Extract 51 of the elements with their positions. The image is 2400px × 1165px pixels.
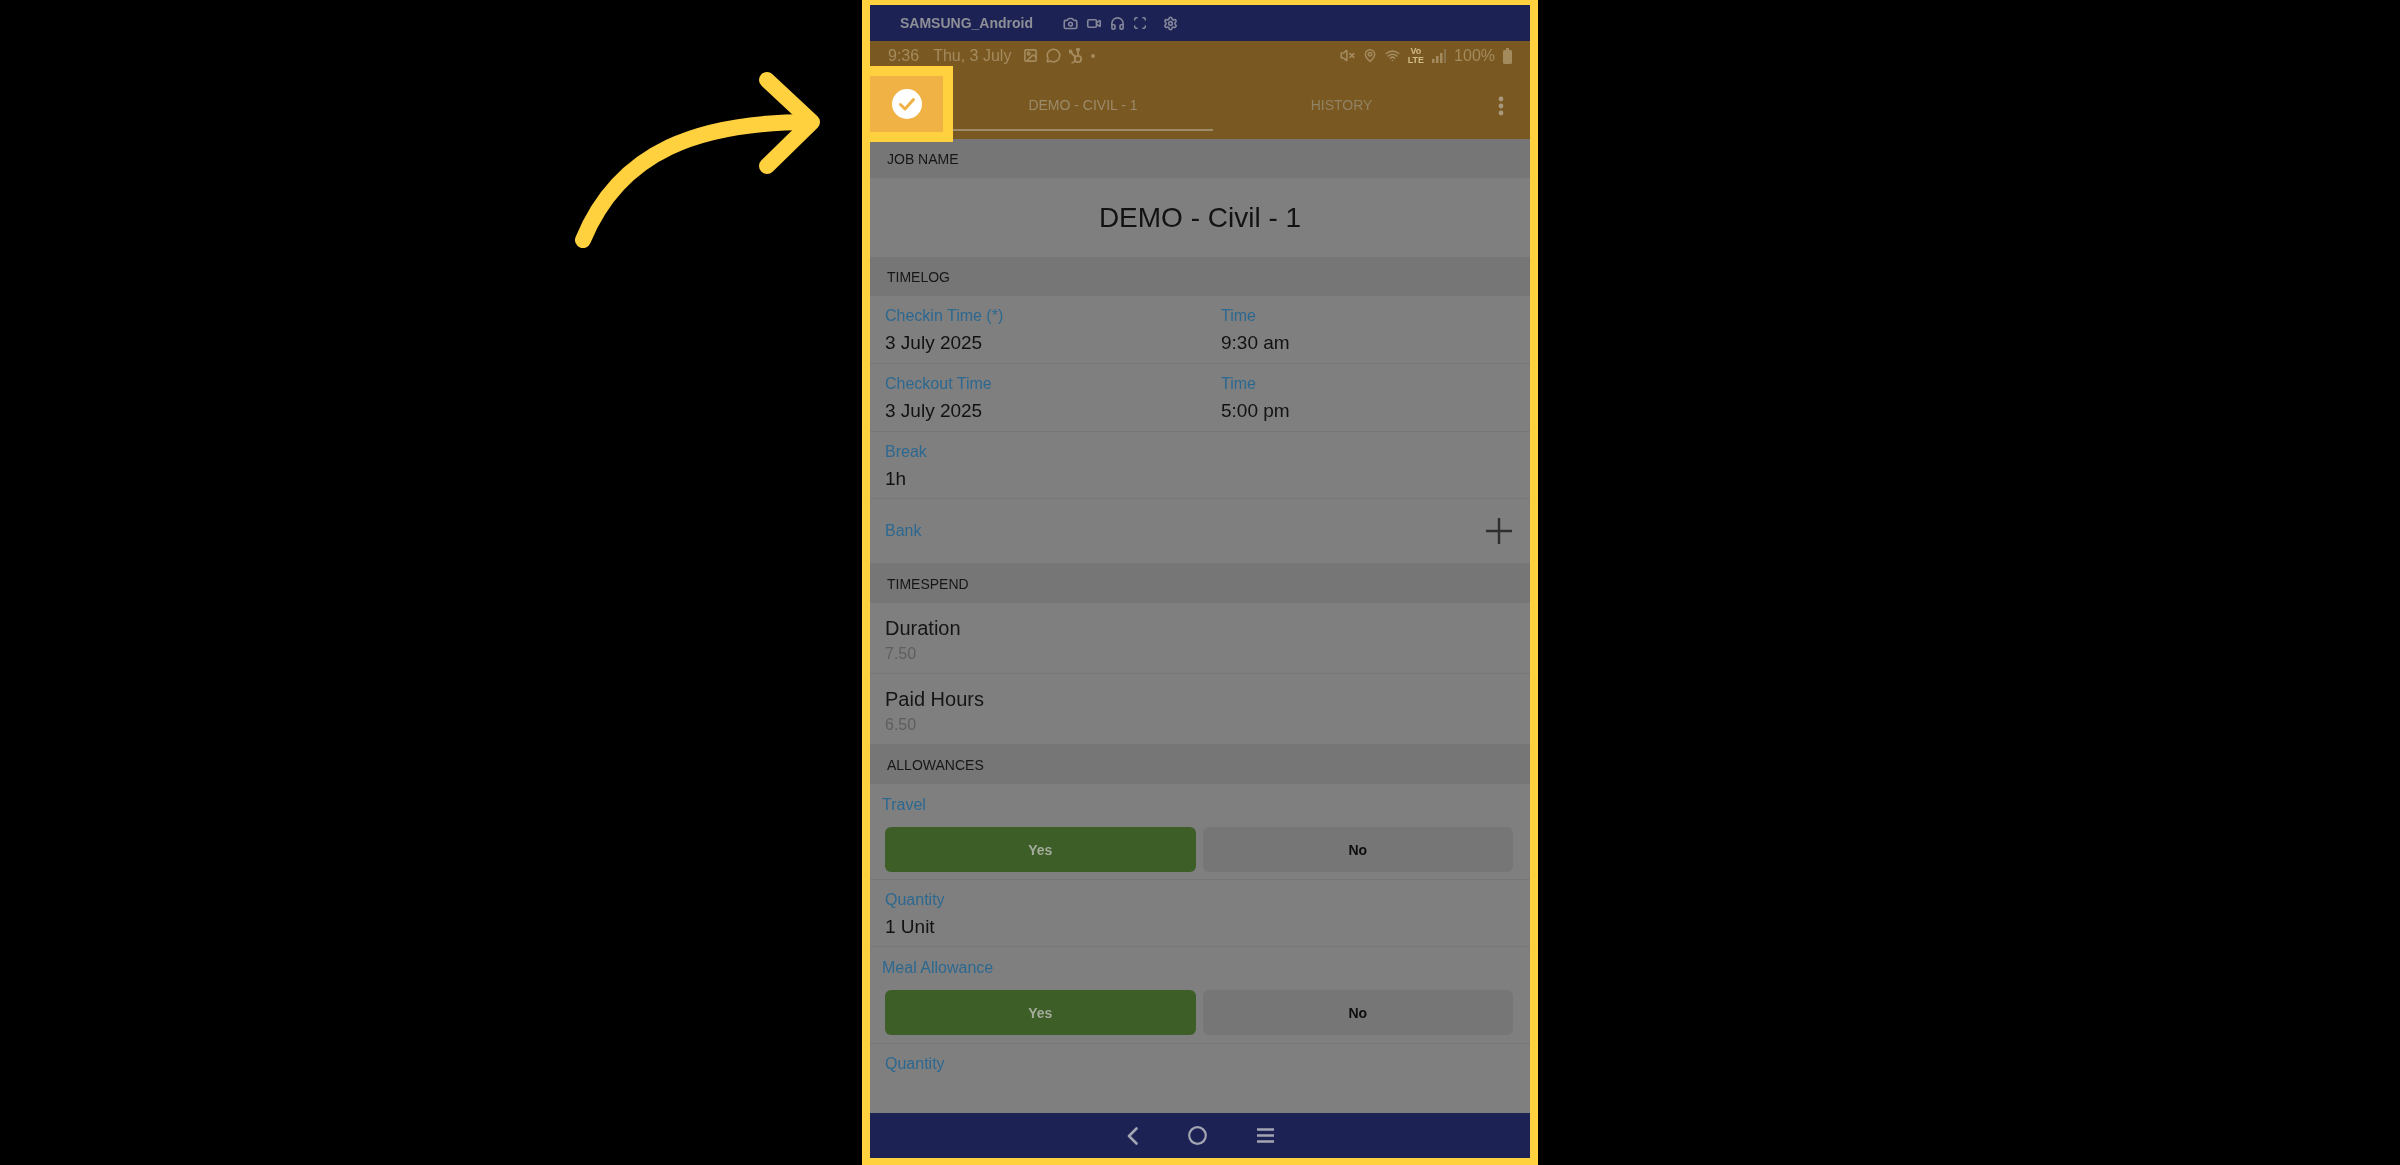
battery-icon [1503,47,1512,64]
signal-icon [1432,48,1447,63]
choice-button[interactable]: Yes [885,827,1196,872]
menu-icon[interactable] [1256,1128,1274,1143]
job-title: DEMO - Civil - 1 [1098,201,1302,234]
stat-label: Duration [885,616,961,641]
camera-icon[interactable] [1063,15,1078,31]
field-label: Bank [885,521,922,541]
image-icon [1023,48,1039,63]
field-value[interactable]: 3 July 2025 [885,330,983,356]
choice-button[interactable]: Yes [885,990,1196,1035]
check-circle-icon [891,89,922,119]
stat-label: Paid Hours [885,687,984,712]
status-date: Thu, 3 July [933,46,1012,65]
field-label: Time [1221,306,1256,326]
wifi-icon [1384,48,1400,63]
hub-icon [1069,47,1084,64]
choice-button[interactable]: No [1202,827,1513,872]
field-label: Checkin Time (*) [885,306,1004,326]
section-header: ALLOWANCES [870,745,1530,784]
more-options-icon[interactable] [1498,95,1504,116]
chat-bubble-icon [1046,48,1062,63]
field-label: Meal Allowance [882,958,994,978]
headphones-icon[interactable] [1110,15,1125,31]
device-name: SAMSUNG_Android [900,15,1033,31]
settings-icon[interactable] [1163,15,1178,31]
dot-icon [1091,53,1096,58]
field-label: Break [885,442,927,462]
section-header: JOB NAME [870,139,1530,178]
field-label: Travel [882,795,926,815]
field-value[interactable]: 5:00 pm [1221,398,1290,424]
field-label: Quantity [885,1054,945,1074]
choice-button[interactable]: No [1202,990,1513,1035]
status-time: 9:36 [888,46,920,65]
home-icon[interactable] [1187,1126,1207,1145]
field-value[interactable]: 1 Unit [885,914,935,940]
field-value[interactable]: 9:30 am [1221,330,1290,356]
network-type: Vo LTE [1407,46,1425,65]
add-icon[interactable] [1486,518,1512,544]
section-header: TIMESPEND [870,564,1530,603]
battery-percent: 100% [1454,46,1495,65]
field-label: Time [1221,374,1256,394]
field-value[interactable]: 1h [885,466,907,492]
back-icon[interactable] [1126,1126,1138,1145]
field-value[interactable]: 3 July 2025 [885,398,983,424]
section-header: TIMELOG [870,257,1530,296]
field-label: Checkout Time [885,374,992,394]
mute-icon [1339,48,1355,63]
location-pin-icon [1362,48,1377,63]
field-label: Quantity [885,890,945,910]
fullscreen-icon[interactable] [1133,16,1147,30]
